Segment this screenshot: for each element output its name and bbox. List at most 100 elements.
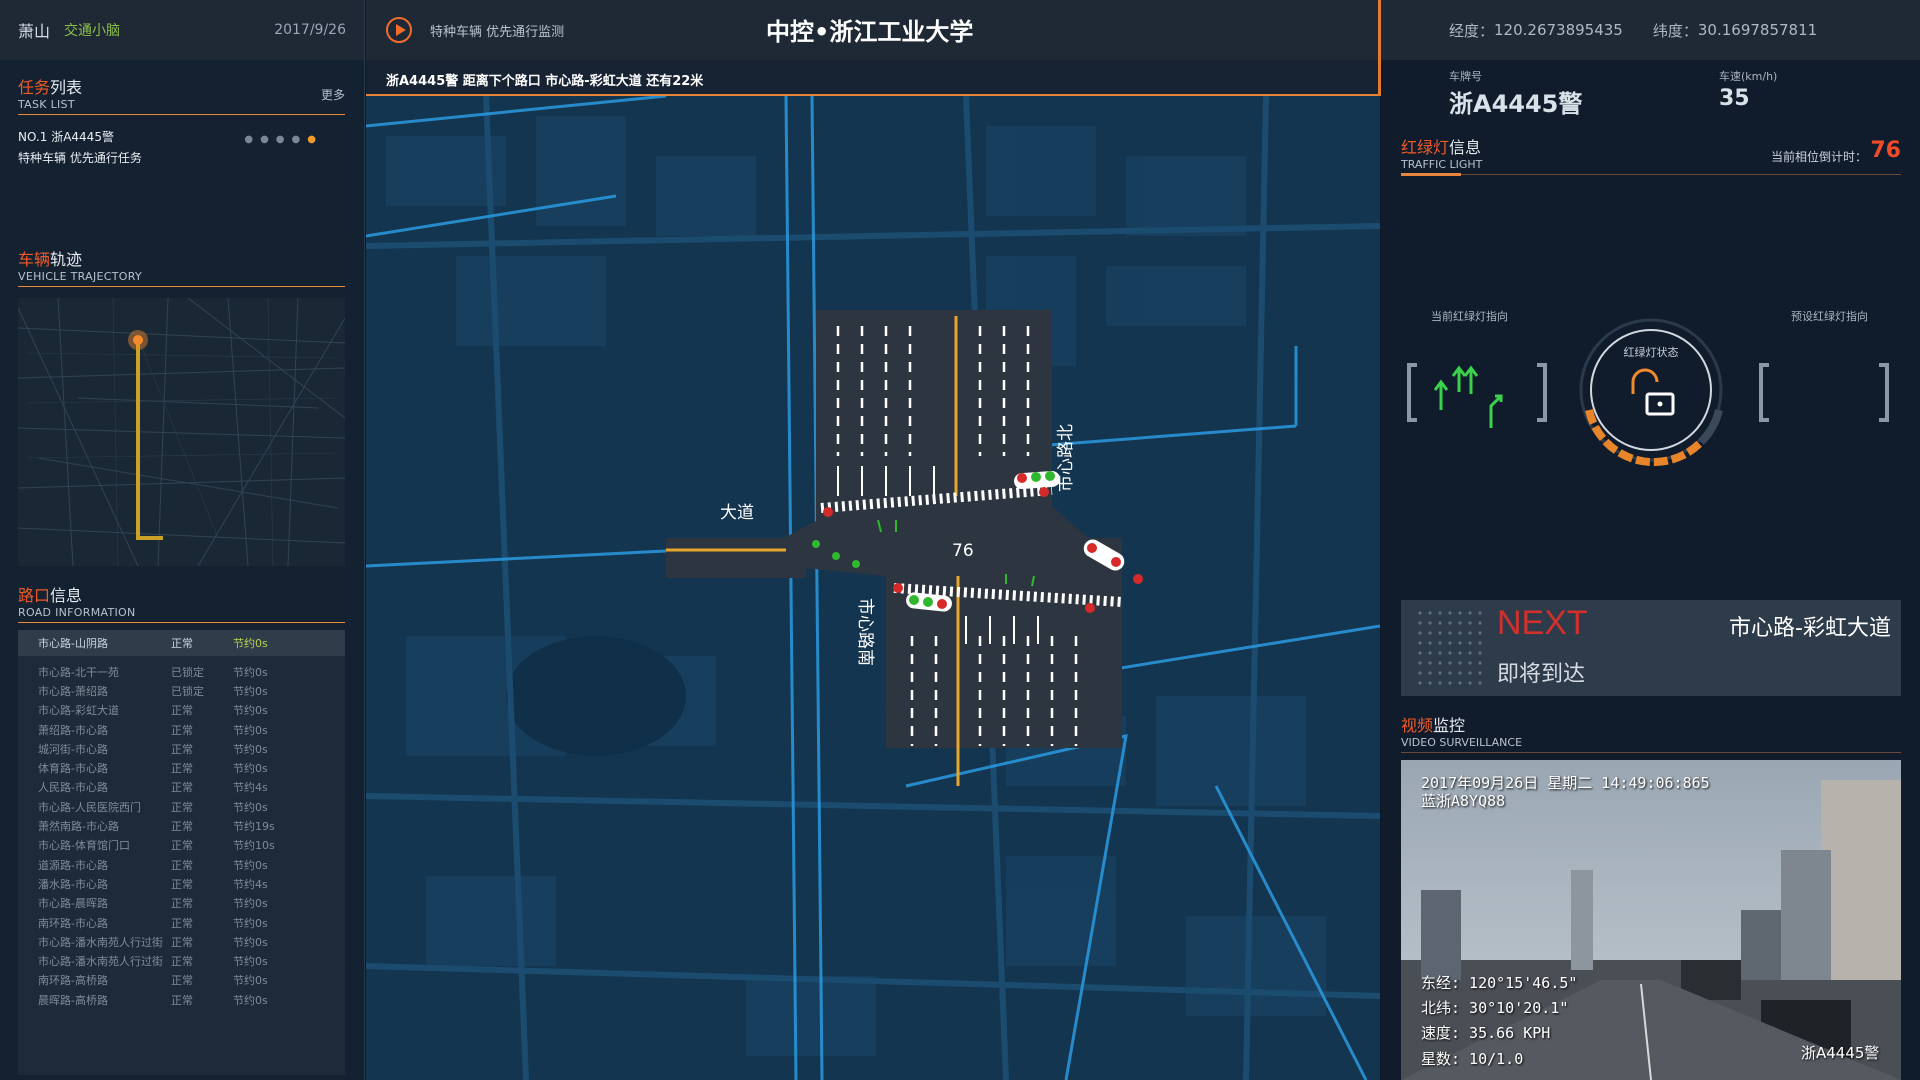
phase-countdown-value: 76	[1870, 138, 1901, 163]
road-info-row[interactable]: 市心路-体育馆门口 正常 节约10s	[18, 836, 345, 855]
left-panel: 萧山 交通小脑 2017/9/26 任务列表 TASK LIST 更多 NO.1…	[0, 0, 365, 1080]
road-info-name: 萧然南路-市心路	[38, 820, 119, 834]
road-info-title-hl: 路口	[18, 586, 51, 605]
road-label-south: 市心路南	[855, 598, 875, 666]
road-info-row[interactable]: 萧然南路-市心路 正常 节约19s	[18, 816, 345, 835]
road-info-row[interactable]: 萧绍路-市心路 正常 节约0s	[18, 720, 345, 739]
road-info-name: 市心路-萧绍路	[38, 684, 108, 698]
trajectory-title-rest: 轨迹	[50, 250, 83, 269]
road-info-row[interactable]: 道源路-市心路 正常 节约0s	[18, 855, 345, 874]
road-info-saving: 节约0s	[233, 665, 268, 679]
city-blocks	[386, 116, 1326, 1056]
trajectory-title-hl: 车辆	[18, 250, 51, 269]
road-info-row[interactable]: 市心路-萧绍路 已锁定 节约0s	[18, 681, 345, 700]
speed-value: 35	[1719, 86, 1750, 111]
plate-value: 浙A4445警	[1449, 90, 1583, 118]
play-icon[interactable]	[386, 17, 412, 43]
tl-title-rest: 信息	[1449, 138, 1482, 157]
road-info-status: 已锁定	[171, 665, 204, 679]
road-info-name: 市心路-潘水南苑人行过街2	[38, 955, 163, 969]
arriving-soon: 即将到达	[1497, 662, 1586, 687]
road-info-saving: 节约4s	[233, 877, 268, 891]
header-date: 2017/9/26	[274, 22, 346, 38]
road-info-row[interactable]: 人民路-市心路 正常 节约4s	[18, 778, 345, 797]
page-title: 中控•浙江工业大学	[766, 18, 974, 46]
road-info-row[interactable]: 潘水路-市心路 正常 节约4s	[18, 874, 345, 893]
road-info-status: 正常	[171, 742, 193, 756]
right-panel: 经度： 120.2673895435 纬度： 30.1697857811 车牌号…	[1381, 0, 1920, 1080]
trajectory-map[interactable]	[18, 298, 345, 566]
road-info-status: 正常	[171, 820, 193, 834]
road-info-row[interactable]: 市心路-彩虹大道 正常 节约0s	[18, 701, 345, 720]
road-info-status: 正常	[171, 839, 193, 853]
road-info-status: 正常	[171, 637, 193, 650]
task-title-hl: 任务	[18, 78, 51, 97]
road-info-row[interactable]: 市心路-晨晖路 正常 节约0s	[18, 894, 345, 913]
video-satellites: 星数: 10/1.0	[1421, 1050, 1524, 1068]
road-info-name: 体育路-市心路	[38, 762, 108, 776]
vs-title-rest: 监控	[1433, 716, 1466, 735]
plate-label: 车牌号	[1449, 70, 1482, 83]
road-info-row[interactable]: 南环路-市心路 正常 节约0s	[18, 913, 345, 932]
road-info-saving: 节约0s	[233, 684, 268, 698]
video-east: 东经: 120°15'46.5"	[1421, 974, 1578, 992]
road-info-saving: 节约0s	[233, 935, 268, 949]
task-pager-dots[interactable]: ●●●●●	[244, 134, 323, 145]
vs-title-hl: 视频	[1401, 716, 1434, 735]
trajectory-title-en: VEHICLE TRAJECTORY	[18, 270, 142, 283]
road-info-status: 正常	[171, 897, 193, 911]
distance-notice-bar: 浙A4445警 距离下个路口 市心路-彩虹大道 还有22米	[366, 60, 1380, 96]
road-info-title-rest: 信息	[50, 586, 83, 605]
task-item[interactable]: NO.1 浙A4445警 特种车辆 优先通行任务 ●●●●●	[18, 128, 345, 166]
video-plate: 浙A4445警	[1801, 1044, 1880, 1062]
road-info-saving: 节约4s	[233, 781, 268, 795]
road-info-saving: 节约0s	[233, 897, 268, 911]
phase-countdown-label: 当前相位倒计时：	[1770, 150, 1867, 164]
road-info-row[interactable]: 市心路-潘水南苑人行过街2 正常 节约0s	[18, 951, 345, 970]
next-intersection-card[interactable]: NEXT 市心路-彩虹大道 即将到达	[1401, 600, 1901, 696]
road-info-status: 正常	[171, 993, 193, 1007]
dot-matrix-icon	[1415, 608, 1485, 688]
road-info-saving: 节约0s	[233, 800, 268, 814]
trajectory-header: 车辆轨迹 VEHICLE TRAJECTORY	[18, 246, 345, 287]
road-info-row[interactable]: 体育路-市心路 正常 节约0s	[18, 758, 345, 777]
road-info-name: 人民路-市心路	[38, 781, 108, 795]
road-info-row[interactable]: 市心路-潘水南苑人行过街1 正常 节约0s	[18, 932, 345, 951]
road-info-status: 正常	[171, 723, 193, 737]
vs-title-en: VIDEO SURVEILLANCE	[1401, 736, 1523, 749]
road-info-name: 市心路-潘水南苑人行过街1	[38, 935, 163, 949]
longitude-label: 经度：	[1449, 21, 1495, 40]
road-info-status: 正常	[171, 955, 193, 969]
road-info-row[interactable]: 南环路-高桥路 正常 节约0s	[18, 971, 345, 990]
road-info-saving: 节约0s	[233, 637, 268, 650]
next-road-name: 市心路-彩虹大道	[1729, 616, 1891, 641]
more-link[interactable]: 更多	[321, 86, 345, 103]
road-info-row[interactable]: 城河街-市心路 正常 节约0s	[18, 739, 345, 758]
video-north: 北纬: 30°10'20.1"	[1421, 999, 1569, 1017]
road-info-status: 正常	[171, 781, 193, 795]
task-title-rest: 列表	[50, 78, 83, 97]
brand-name: 交通小脑	[64, 23, 121, 39]
road-info-title-en: ROAD INFORMATION	[18, 606, 136, 619]
road-info-row[interactable]: 市心路-北干一苑 已锁定 节约0s	[18, 662, 345, 681]
road-info-row[interactable]: 晨晖路-高桥路 正常 节约0s	[18, 990, 345, 1009]
road-info-name: 南环路-高桥路	[38, 974, 108, 988]
road-info-row[interactable]: 市心路-山阴路 正常 节约0s	[18, 630, 345, 656]
tl-title-hl: 红绿灯	[1401, 138, 1450, 157]
road-info-name: 市心路-体育馆门口	[38, 839, 130, 853]
video-surveillance-header: 视频监控 VIDEO SURVEILLANCE	[1401, 712, 1901, 753]
road-info-status: 正常	[171, 800, 193, 814]
road-info-row[interactable]: 市心路-人民医院西门 正常 节约0s	[18, 797, 345, 816]
road-info-saving: 节约0s	[233, 974, 268, 988]
traffic-light-status-widget: 红绿灯状态	[1407, 318, 1889, 467]
camera-plate: 蓝浙A8YQ88	[1421, 792, 1506, 810]
road-info-name: 市心路-人民医院西门	[38, 800, 141, 814]
dashcam-video[interactable]: 2017年09月26日 星期二 14:49:06:865 蓝浙A8YQ88 东经…	[1401, 760, 1901, 1080]
intersection-map[interactable]: 大道 市心路北 市心路南 76	[366, 96, 1380, 1080]
road-info-name: 潘水路-市心路	[38, 877, 108, 891]
lake	[506, 636, 686, 756]
road-info-saving: 节约10s	[233, 839, 275, 853]
road-info-name: 南环路-市心路	[38, 916, 108, 930]
road-label-west: 大道	[720, 503, 754, 523]
road-info-saving: 节约0s	[233, 993, 268, 1007]
